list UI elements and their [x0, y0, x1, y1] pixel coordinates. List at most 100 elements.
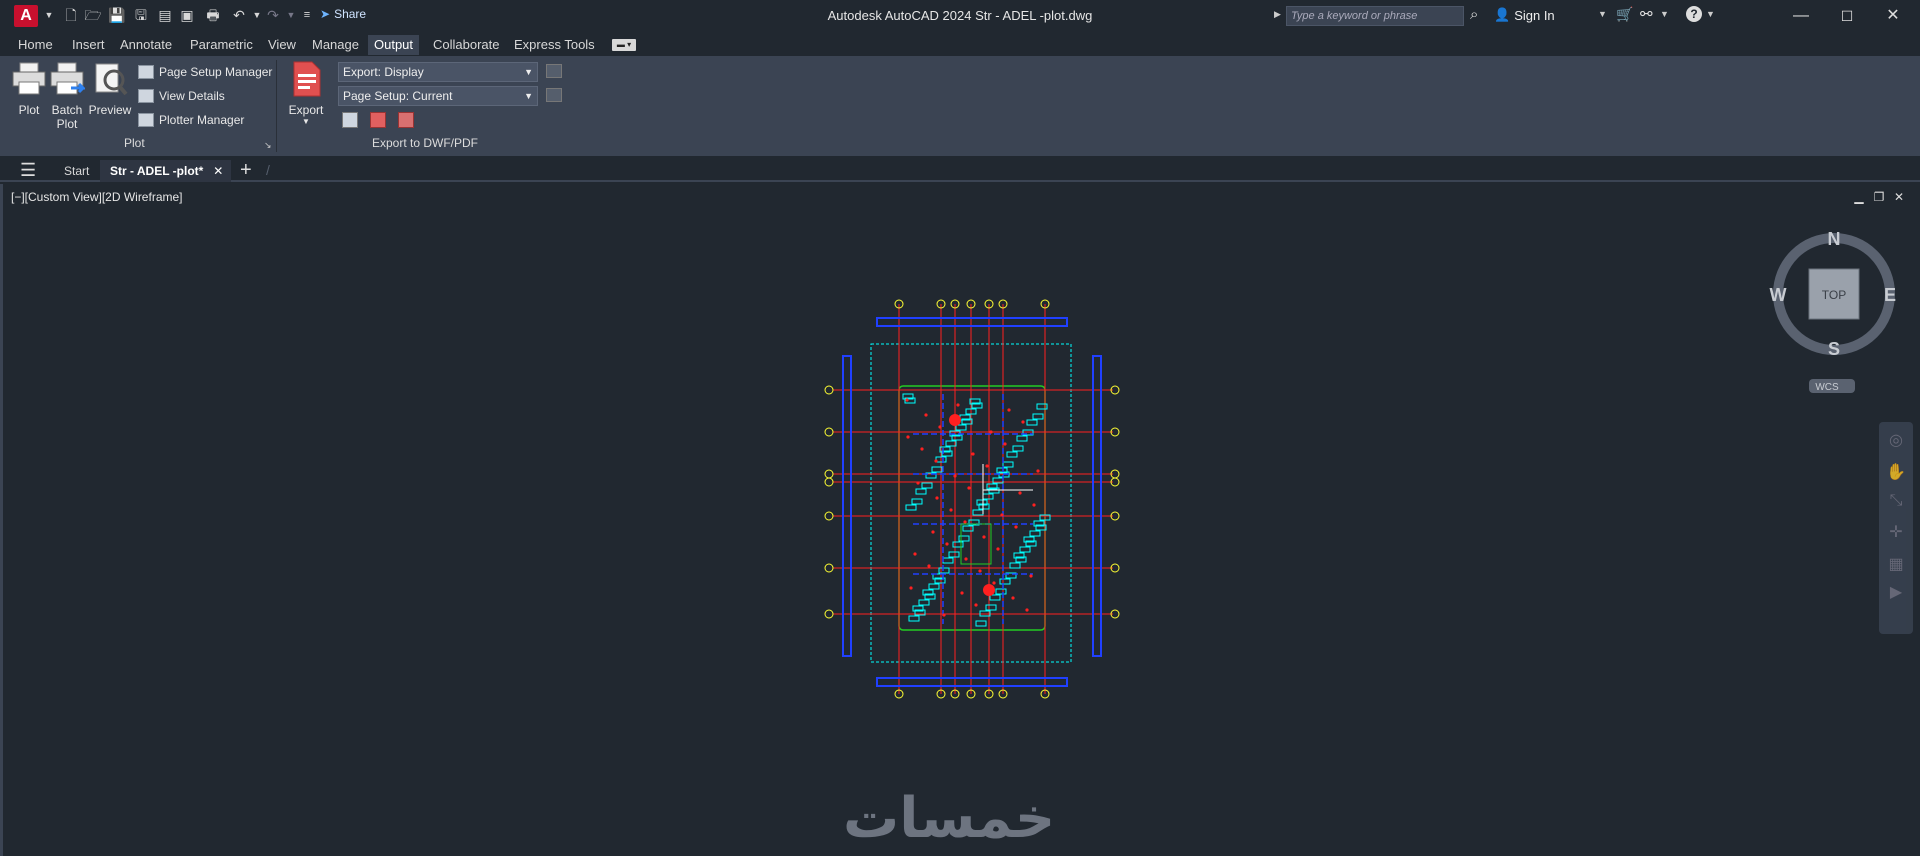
hamburger-menu-icon[interactable]: ☰ [20, 161, 36, 179]
autodesk-app-icon[interactable]: ⚯ [1640, 5, 1653, 23]
batch-plot-button[interactable]: Batch Plot [48, 60, 87, 131]
drawing-viewport[interactable]: [−][Custom View][2D Wireframe] ▁ ❐ ✕ TOP… [0, 184, 1920, 856]
tab-collaborate[interactable]: Collaborate [427, 35, 506, 55]
chevron-down-icon: ▼ [524, 67, 533, 77]
search-input[interactable]: Type a keyword or phrase [1286, 6, 1464, 26]
tab-manage[interactable]: Manage [306, 35, 365, 55]
tab-express-tools[interactable]: Express Tools [508, 35, 601, 55]
share-button[interactable]: ➤ Share [320, 7, 366, 21]
column-dot [1014, 525, 1018, 529]
navbar-play-icon[interactable]: ▶ [1886, 582, 1906, 602]
rebar-cluster [1016, 435, 1028, 442]
plot-button[interactable]: Plot [10, 60, 48, 117]
steering-wheel-icon[interactable]: ◎ [1886, 430, 1906, 450]
help-icon[interactable]: ? [1686, 6, 1702, 22]
column-dot [924, 413, 928, 417]
save-as-icon[interactable]: 🖫 [132, 6, 150, 24]
column-dot [953, 474, 957, 478]
zoom-extents-icon[interactable]: ⤡ [1886, 492, 1906, 512]
grid-bubble [824, 609, 834, 619]
new-file-icon[interactable]: 🗋 [62, 6, 80, 24]
rebar-cluster [911, 498, 923, 505]
save-icon[interactable]: 💾 [108, 6, 126, 24]
app-dropdown-icon[interactable]: ▼ [1660, 9, 1669, 19]
page-setup-manager-label: Page Setup Manager [159, 65, 273, 79]
pan-hand-icon[interactable]: ✋ [1886, 462, 1906, 482]
rebar-cluster [905, 504, 917, 511]
sign-in-button[interactable]: 👤 Sign In [1494, 7, 1555, 23]
preview-button[interactable]: Preview [88, 60, 132, 117]
column-dot [938, 425, 942, 429]
page-setup-icon [138, 65, 154, 79]
undo-icon[interactable]: ↶ [230, 6, 248, 24]
page-setup-manager-button[interactable]: Page Setup Manager [138, 62, 272, 82]
tab-active-drawing[interactable]: Str - ADEL -plot* ✕ [100, 160, 232, 182]
viewport-minimize-icon[interactable]: ▁ [1851, 190, 1867, 204]
compass-west[interactable]: W [1770, 285, 1787, 305]
column-dot [934, 459, 938, 463]
tab-output[interactable]: Output [368, 35, 420, 55]
export-button[interactable]: Export ▼ [286, 60, 326, 126]
export-dropdown-icon: ▼ [302, 117, 310, 126]
showmotion-icon[interactable]: ▦ [1886, 554, 1906, 574]
user-icon: 👤 [1494, 7, 1511, 22]
column-dot [963, 520, 967, 524]
column-dot [1021, 420, 1025, 424]
active-drawing-label: Str - ADEL -plot* [110, 164, 204, 178]
share-label: Share [334, 7, 367, 21]
new-tab-plus-icon[interactable]: + [240, 159, 252, 182]
application-menu-button[interactable]: A [14, 5, 38, 27]
customize-qat-icon[interactable]: ≡ [298, 6, 316, 24]
orbit-icon[interactable]: ✛ [1886, 522, 1906, 542]
close-icon[interactable]: ✕ [1878, 4, 1908, 28]
ribbon-minimize-toggle-icon[interactable]: ▬ ▾ [612, 39, 636, 51]
plot-icon[interactable]: 🖶 [204, 6, 222, 24]
web-save-icon[interactable]: ▤ [156, 6, 174, 24]
tab-annotate[interactable]: Annotate [114, 35, 178, 55]
tab-home[interactable]: Home [12, 35, 59, 55]
title-bar: A ▼ 🗋 🗁 💾 🖫 ▤ ▣ 🖶 ↶ ▼ ↷ ▼ ≡ ➤ Share Auto… [0, 0, 1920, 32]
viewcube[interactable]: TOP N S E W WCS [1769, 224, 1899, 394]
preview-export-icon[interactable] [342, 112, 358, 128]
export-pdf-small-icon[interactable] [398, 112, 414, 128]
tab-start[interactable]: Start [54, 160, 99, 182]
export-options-icon[interactable] [546, 64, 562, 78]
viewport-controls-label[interactable]: [−][Custom View][2D Wireframe] [11, 190, 183, 204]
help-dropdown-icon[interactable]: ▼ [1706, 9, 1715, 19]
grid-bubble [824, 469, 834, 479]
export-dwf-icon[interactable] [370, 112, 386, 128]
plotter-manager-button[interactable]: Plotter Manager [138, 110, 244, 130]
page-setup-override-icon[interactable] [546, 88, 562, 102]
floor-plan-drawing [824, 299, 1120, 699]
column-dot [1029, 574, 1033, 578]
save-to-web-icon[interactable]: ▣ [178, 6, 196, 24]
column-dot [978, 569, 982, 573]
tab-view[interactable]: View [262, 35, 302, 55]
redo-icon[interactable]: ↷ [264, 6, 282, 24]
minimize-icon[interactable]: — [1786, 4, 1816, 28]
panel-launcher-icon[interactable]: ↘ [264, 140, 272, 151]
tab-insert[interactable]: Insert [66, 35, 111, 55]
search-expand-icon[interactable]: ▶ [1274, 9, 1281, 20]
sign-in-dropdown-icon[interactable]: ▼ [1598, 9, 1607, 19]
open-file-icon[interactable]: 🗁 [84, 6, 102, 24]
search-icon[interactable]: ⌕ [1470, 6, 1478, 23]
viewport-restore-icon[interactable]: ❐ [1871, 190, 1887, 204]
export-panel-label: Export to DWF/PDF [372, 136, 479, 150]
compass-east[interactable]: E [1884, 285, 1896, 305]
rebar-cluster [1019, 546, 1031, 553]
viewport-close-icon[interactable]: ✕ [1891, 190, 1907, 204]
close-tab-icon[interactable]: ✕ [213, 160, 223, 182]
tab-parametric[interactable]: Parametric [184, 35, 259, 55]
page-setup-select[interactable]: Page Setup: Current ▼ [338, 86, 538, 106]
ribbon: Plot Batch Plot Preview Page Setup Manag… [0, 56, 1920, 156]
app-menu-dropdown-icon[interactable]: ▼ [40, 6, 58, 24]
export-display-select[interactable]: Export: Display ▼ [338, 62, 538, 82]
compass-north[interactable]: N [1828, 229, 1841, 249]
grid-bubble [824, 563, 834, 573]
maximize-icon[interactable]: ☐ [1832, 4, 1862, 28]
compass-south[interactable]: S [1828, 339, 1840, 359]
view-details-button[interactable]: View Details [138, 86, 225, 106]
cart-icon[interactable]: 🛒 [1616, 6, 1633, 23]
page-setup-value: Page Setup: Current [343, 89, 453, 103]
